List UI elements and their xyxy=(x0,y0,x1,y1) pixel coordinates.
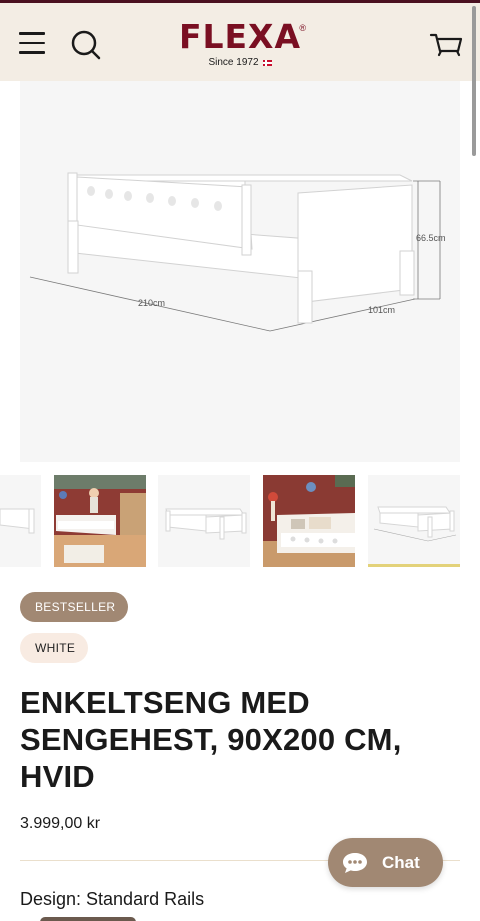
thumbnail-4[interactable] xyxy=(263,475,355,567)
dimension-length-label: 210cm xyxy=(138,298,166,308)
chat-bubble-icon xyxy=(343,852,367,873)
product-price: 3.999,00 kr xyxy=(20,815,101,832)
brand-logo[interactable]: FLEXA ® Since 1972 xyxy=(170,17,310,73)
image-thumbnail-strip xyxy=(0,475,480,567)
registered-mark: ® xyxy=(299,23,306,33)
product-title: ENKELTSENG MED SENGEHEST, 90X200 CM, HVI… xyxy=(20,685,402,794)
chat-button-label: Chat xyxy=(382,852,420,872)
chat-button[interactable]: Chat xyxy=(328,838,443,887)
search-icon[interactable] xyxy=(66,25,106,65)
brand-name: FLEXA xyxy=(178,17,302,56)
thumbnail-5[interactable] xyxy=(368,475,460,567)
active-thumbnail-indicator xyxy=(368,564,460,567)
thumbnail-3[interactable] xyxy=(158,475,250,567)
design-option-chip[interactable] xyxy=(40,917,136,921)
design-option-label: Design: Standard Rails xyxy=(20,889,205,909)
bestseller-badge: BESTSELLER xyxy=(20,592,128,622)
brand-since: Since 1972 xyxy=(170,57,310,69)
dimension-height-label: 66.5cm xyxy=(416,233,446,243)
product-main-image[interactable]: 210cm 101cm 66.5cm xyxy=(20,81,460,462)
site-header: FLEXA ® Since 1972 xyxy=(0,3,480,81)
color-badge: WHITE xyxy=(20,633,88,663)
brand-since-text: Since 1972 xyxy=(208,57,259,68)
hamburger-menu-icon[interactable] xyxy=(14,25,50,61)
page-scrollbar[interactable] xyxy=(472,6,476,156)
thumbnail-2[interactable] xyxy=(54,475,146,567)
danish-flag-icon xyxy=(262,60,272,66)
cart-icon[interactable] xyxy=(428,27,464,63)
dimension-width-label: 101cm xyxy=(368,305,396,315)
thumbnail-1[interactable] xyxy=(0,475,41,567)
